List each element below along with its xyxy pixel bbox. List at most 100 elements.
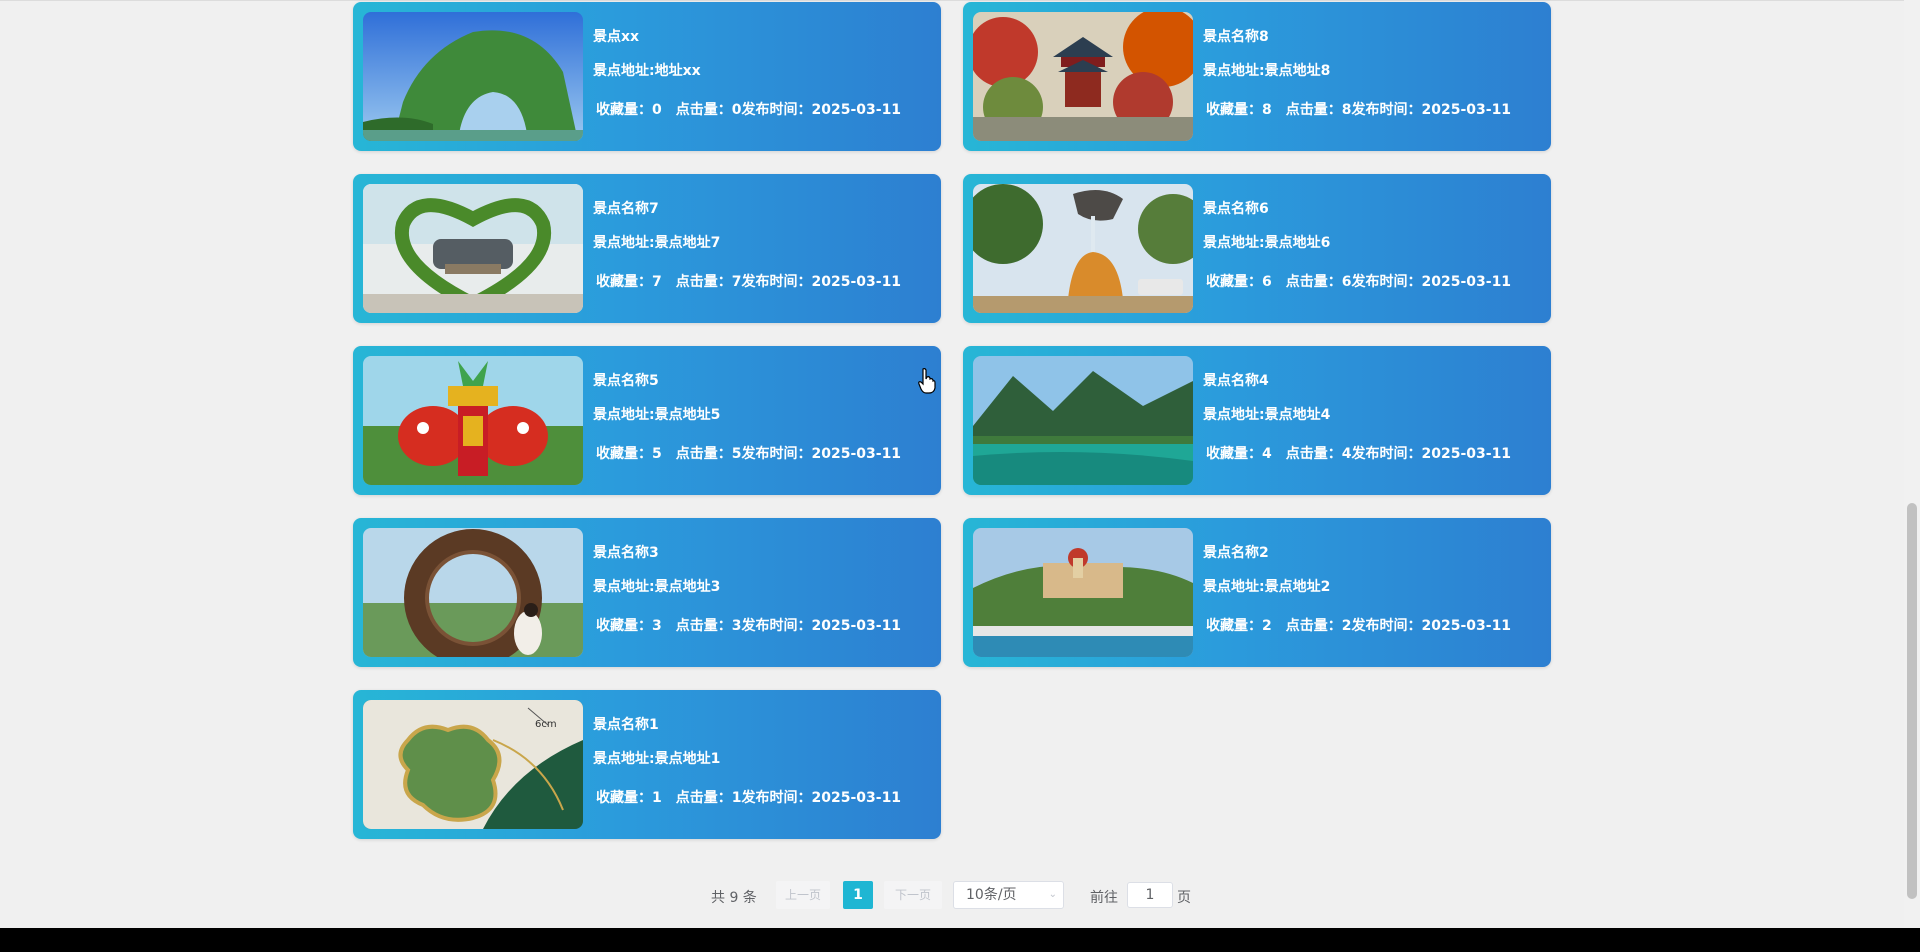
clicks-count: 1 <box>731 790 742 806</box>
attraction-card[interactable]: 景点xx 景点地址:地址xx 收藏量：0 点击量：0发布时间：2025-03-11 <box>353 2 941 151</box>
scrollbar-thumb[interactable] <box>1907 503 1917 899</box>
attraction-name: 景点名称1 <box>593 717 659 733</box>
clicks-count: 0 <box>731 102 742 118</box>
clicks-count: 6 <box>1341 274 1352 290</box>
publish-date-label: 发布时间： <box>741 446 812 462</box>
publish-date: 2025-03-11 <box>1421 274 1512 290</box>
attraction-name: 景点名称5 <box>593 373 659 389</box>
clicks-label: 点击量： <box>675 790 732 806</box>
attraction-card[interactable]: 景点名称7 景点地址:景点地址7 收藏量：7 点击量：7发布时间：2025-03-… <box>353 174 941 323</box>
publish-date: 2025-03-11 <box>811 274 902 290</box>
attraction-stats: 收藏量：4 点击量：4发布时间：2025-03-11 <box>1206 443 1511 463</box>
clicks-label: 点击量： <box>1285 274 1342 290</box>
publish-date: 2025-03-11 <box>1421 446 1512 462</box>
favorites-label: 收藏量： <box>596 618 652 634</box>
attraction-card[interactable]: 景点名称2 景点地址:景点地址2 收藏量：2 点击量：2发布时间：2025-03-… <box>963 518 1551 667</box>
attraction-image-woven-nest-arch[interactable] <box>363 528 583 657</box>
publish-date-label: 发布时间： <box>741 790 812 806</box>
attraction-image-hillside-town-river[interactable] <box>973 528 1193 657</box>
attraction-address: 景点地址:地址xx <box>593 63 701 79</box>
attraction-address: 景点地址:景点地址7 <box>593 235 721 251</box>
attraction-name: 景点名称4 <box>1203 373 1269 389</box>
favorites-label: 收藏量： <box>1206 446 1262 462</box>
attraction-image-green-lake-mountains[interactable] <box>973 356 1193 485</box>
clicks-label: 点击量： <box>675 274 732 290</box>
attraction-stats: 收藏量：3 点击量：3发布时间：2025-03-11 <box>596 615 901 635</box>
attraction-name: 景点xx <box>593 29 640 45</box>
attraction-address: 景点地址:景点地址6 <box>1203 235 1331 251</box>
publish-date-label: 发布时间： <box>741 618 812 634</box>
attraction-address: 景点地址:景点地址5 <box>593 407 721 423</box>
goto-page-input[interactable] <box>1127 882 1173 908</box>
attraction-name: 景点名称2 <box>1203 545 1269 561</box>
clicks-count: 4 <box>1341 446 1352 462</box>
attraction-card[interactable]: 景点名称8 景点地址:景点地址8 收藏量：8 点击量：8发布时间：2025-03-… <box>963 2 1551 151</box>
clicks-label: 点击量： <box>675 618 732 634</box>
favorites-label: 收藏量： <box>1206 274 1262 290</box>
favorites-label: 收藏量： <box>596 102 652 118</box>
page-number-1[interactable]: 1 <box>843 881 873 909</box>
attraction-stats: 收藏量：7 点击量：7发布时间：2025-03-11 <box>596 271 901 291</box>
favorites-count: 0 <box>652 102 662 118</box>
attraction-stats: 收藏量：8 点击量：8发布时间：2025-03-11 <box>1206 99 1511 119</box>
favorites-label: 收藏量： <box>1206 618 1262 634</box>
attraction-card[interactable]: 6cm 景点名称1 景点地址:景点地址1 收藏量：1 点击量：1发布时间：2025… <box>353 690 941 839</box>
next-page-button[interactable]: 下一页 <box>884 881 942 909</box>
bottom-bar <box>0 928 1920 952</box>
attraction-image-gold-bookmark-6cm[interactable]: 6cm <box>363 700 583 829</box>
attraction-address: 景点地址:景点地址1 <box>593 751 721 767</box>
favorites-count: 7 <box>652 274 662 290</box>
attraction-image-pavilion-autumn[interactable] <box>973 12 1193 141</box>
publish-date-label: 发布时间： <box>741 274 812 290</box>
attraction-card[interactable]: 景点名称6 景点地址:景点地址6 收藏量：6 点击量：6发布时间：2025-03-… <box>963 174 1551 323</box>
favorites-label: 收藏量： <box>596 790 652 806</box>
attraction-name: 景点名称8 <box>1203 29 1269 45</box>
publish-date: 2025-03-11 <box>811 618 902 634</box>
vertical-scrollbar[interactable] <box>1904 0 1920 928</box>
favorites-count: 8 <box>1262 102 1272 118</box>
publish-date-label: 发布时间： <box>741 102 812 118</box>
publish-date: 2025-03-11 <box>1421 618 1512 634</box>
favorites-label: 收藏量： <box>596 446 652 462</box>
pagination-total: 共 9 条 <box>711 890 757 906</box>
goto-label: 前往 <box>1090 890 1118 906</box>
image-caption-6cm: 6cm <box>535 719 557 730</box>
attraction-stats: 收藏量：6 点击量：6发布时间：2025-03-11 <box>1206 271 1511 291</box>
attraction-name: 景点名称3 <box>593 545 659 561</box>
publish-date: 2025-03-11 <box>811 446 902 462</box>
favorites-count: 6 <box>1262 274 1272 290</box>
attraction-name: 景点名称6 <box>1203 201 1269 217</box>
prev-page-button[interactable]: 上一页 <box>776 881 830 909</box>
favorites-count: 4 <box>1262 446 1272 462</box>
publish-date: 2025-03-11 <box>1421 102 1512 118</box>
attraction-grid: 景点xx 景点地址:地址xx 收藏量：0 点击量：0发布时间：2025-03-11… <box>353 2 1551 839</box>
attraction-stats: 收藏量：5 点击量：5发布时间：2025-03-11 <box>596 443 901 463</box>
clicks-label: 点击量： <box>1285 618 1342 634</box>
attraction-address: 景点地址:景点地址8 <box>1203 63 1331 79</box>
attraction-image-red-fish-sculpture[interactable] <box>363 356 583 485</box>
clicks-count: 8 <box>1341 102 1352 118</box>
publish-date-label: 发布时间： <box>1351 446 1422 462</box>
publish-date-label: 发布时间： <box>1351 274 1422 290</box>
top-divider <box>0 0 1904 1</box>
attraction-image-elephant-trunk-hill[interactable] <box>363 12 583 141</box>
attraction-stats: 收藏量：0 点击量：0发布时间：2025-03-11 <box>596 99 901 119</box>
publish-date: 2025-03-11 <box>811 790 902 806</box>
page-suffix-label: 页 <box>1177 890 1191 906</box>
favorites-count: 3 <box>652 618 662 634</box>
attraction-image-heart-arch-sofa[interactable] <box>363 184 583 313</box>
attraction-image-teapot-rock-fountain[interactable] <box>973 184 1193 313</box>
attraction-address: 景点地址:景点地址3 <box>593 579 721 595</box>
clicks-label: 点击量： <box>1285 102 1342 118</box>
publish-date-label: 发布时间： <box>1351 618 1422 634</box>
attraction-card[interactable]: 景点名称5 景点地址:景点地址5 收藏量：5 点击量：5发布时间：2025-03-… <box>353 346 941 495</box>
attraction-stats: 收藏量：1 点击量：1发布时间：2025-03-11 <box>596 787 901 807</box>
clicks-label: 点击量： <box>675 446 732 462</box>
attraction-name: 景点名称7 <box>593 201 659 217</box>
attraction-card[interactable]: 景点名称3 景点地址:景点地址3 收藏量：3 点击量：3发布时间：2025-03-… <box>353 518 941 667</box>
attraction-address: 景点地址:景点地址2 <box>1203 579 1331 595</box>
clicks-label: 点击量： <box>675 102 732 118</box>
page-size-select[interactable]: 10条/页 ⌄ <box>953 881 1064 909</box>
favorites-label: 收藏量： <box>1206 102 1262 118</box>
attraction-card[interactable]: 景点名称4 景点地址:景点地址4 收藏量：4 点击量：4发布时间：2025-03-… <box>963 346 1551 495</box>
